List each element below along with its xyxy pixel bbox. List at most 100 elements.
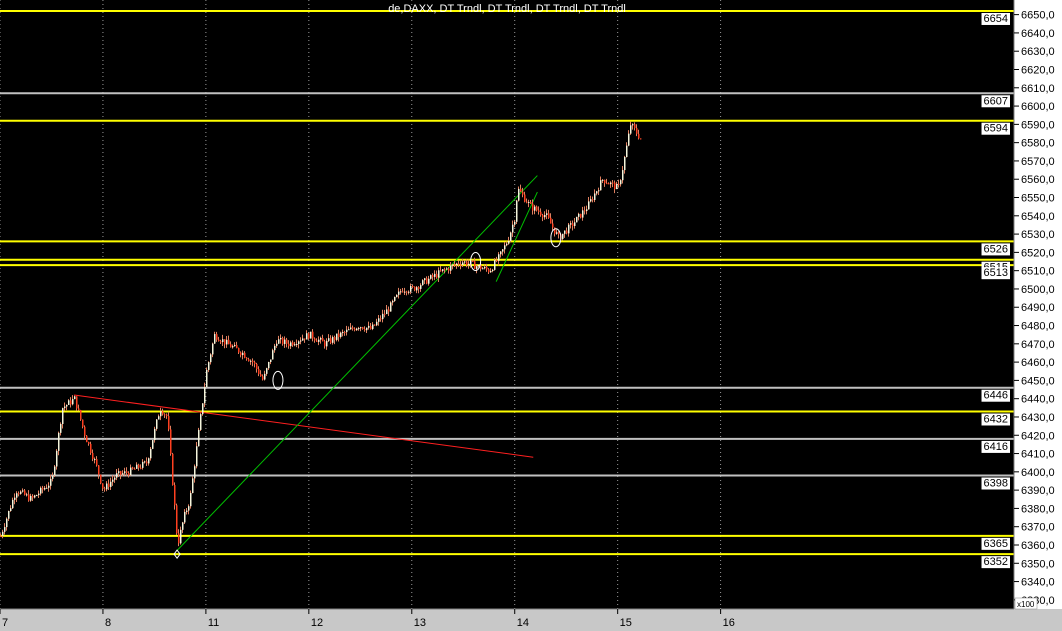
candle-body [100, 474, 102, 484]
candle-body [488, 269, 490, 273]
candle-body [152, 440, 154, 449]
candle-body [186, 510, 188, 512]
y-tick-label: 6350,0 [1021, 558, 1055, 570]
candle-body [566, 230, 568, 234]
candle-body [434, 273, 436, 277]
candle-body [142, 461, 144, 468]
candle-body [82, 419, 84, 427]
candle-body [306, 333, 308, 340]
candle-body [380, 318, 382, 320]
candle-body [4, 527, 6, 532]
candle-body [0, 535, 2, 537]
candle-body [512, 224, 514, 233]
candle-body [162, 411, 164, 415]
y-tick-label: 6610,0 [1021, 83, 1055, 95]
candle-body [18, 493, 20, 495]
y-tick-label: 6430,0 [1021, 412, 1055, 424]
candle-body [94, 459, 96, 461]
candle-body [282, 337, 284, 344]
candle-body [62, 408, 64, 424]
candle-body [510, 232, 512, 241]
y-tick-label: 6650,0 [1021, 10, 1055, 22]
candle-body [638, 133, 640, 139]
candle-body [230, 344, 232, 348]
candle-body [570, 223, 572, 225]
candle-body [606, 183, 608, 185]
candle-body [450, 265, 452, 271]
candle-body [290, 342, 292, 347]
candle-body [188, 506, 190, 511]
candle-body [196, 446, 198, 467]
candle-body [144, 461, 146, 463]
y-tick-label: 6640,0 [1021, 28, 1055, 40]
candle-body [22, 490, 24, 492]
candle-body [562, 233, 564, 239]
y-tick-label: 6630,0 [1021, 46, 1055, 58]
level-label-6352: 6352 [984, 556, 1008, 568]
candle-body [596, 191, 598, 194]
y-tick-label: 6560,0 [1021, 174, 1055, 186]
candle-body [214, 334, 216, 344]
candle-body [46, 487, 48, 489]
candle-body [296, 344, 298, 346]
candle-body [438, 270, 440, 278]
candle-body [216, 334, 218, 340]
candle-body [122, 473, 124, 475]
candle-body [150, 448, 152, 459]
candle-body [624, 157, 626, 171]
candle-body [96, 459, 98, 466]
candle-body [632, 124, 634, 126]
candle-body [194, 466, 196, 479]
candle-body [504, 245, 506, 250]
level-label-6432: 6432 [984, 413, 1008, 425]
candle-body [304, 338, 306, 340]
candle-body [320, 338, 322, 340]
candle-body [350, 327, 352, 330]
candle-body [252, 360, 254, 363]
candle-body [518, 188, 520, 201]
candle-body [136, 464, 138, 469]
candle-body [436, 273, 438, 278]
candle-body [576, 216, 578, 223]
candle-body [254, 362, 256, 365]
candle-body [246, 357, 248, 360]
candle-body [58, 432, 60, 451]
candle-body [618, 183, 620, 185]
candle-body [242, 352, 244, 356]
x-axis-panel [0, 609, 1062, 631]
y-tick-label: 6570,0 [1021, 156, 1055, 168]
candle-body [398, 291, 400, 295]
y-tick-label: 6510,0 [1021, 266, 1055, 278]
candle-body [32, 495, 34, 498]
y-tick-label: 6450,0 [1021, 375, 1055, 387]
candle-body [454, 264, 456, 266]
candle-body [212, 343, 214, 355]
y-tick-label: 6480,0 [1021, 321, 1055, 333]
candle-body [132, 467, 134, 469]
candle-body [276, 343, 278, 346]
candle-body [146, 461, 148, 464]
candle-body [240, 352, 242, 356]
candle-body [26, 494, 28, 496]
candle-body [336, 333, 338, 340]
y-tick-label: 6360,0 [1021, 540, 1055, 552]
candle-body [516, 200, 518, 222]
candle-body [218, 339, 220, 342]
candle-body [112, 479, 114, 482]
candle-body [148, 458, 150, 464]
candle-body [224, 339, 226, 345]
candle-body [352, 327, 354, 329]
candle-body [174, 485, 176, 506]
candle-body [24, 490, 26, 495]
candle-body [640, 138, 642, 140]
candle-body [494, 260, 496, 270]
candle-body [324, 341, 326, 347]
candle-body [388, 309, 390, 312]
candle-body [614, 182, 616, 190]
candle-body [262, 376, 264, 380]
candle-body [580, 213, 582, 218]
candle-body [332, 337, 334, 343]
candle-body [138, 464, 140, 468]
candle-body [228, 339, 230, 345]
candle-body [258, 369, 260, 375]
